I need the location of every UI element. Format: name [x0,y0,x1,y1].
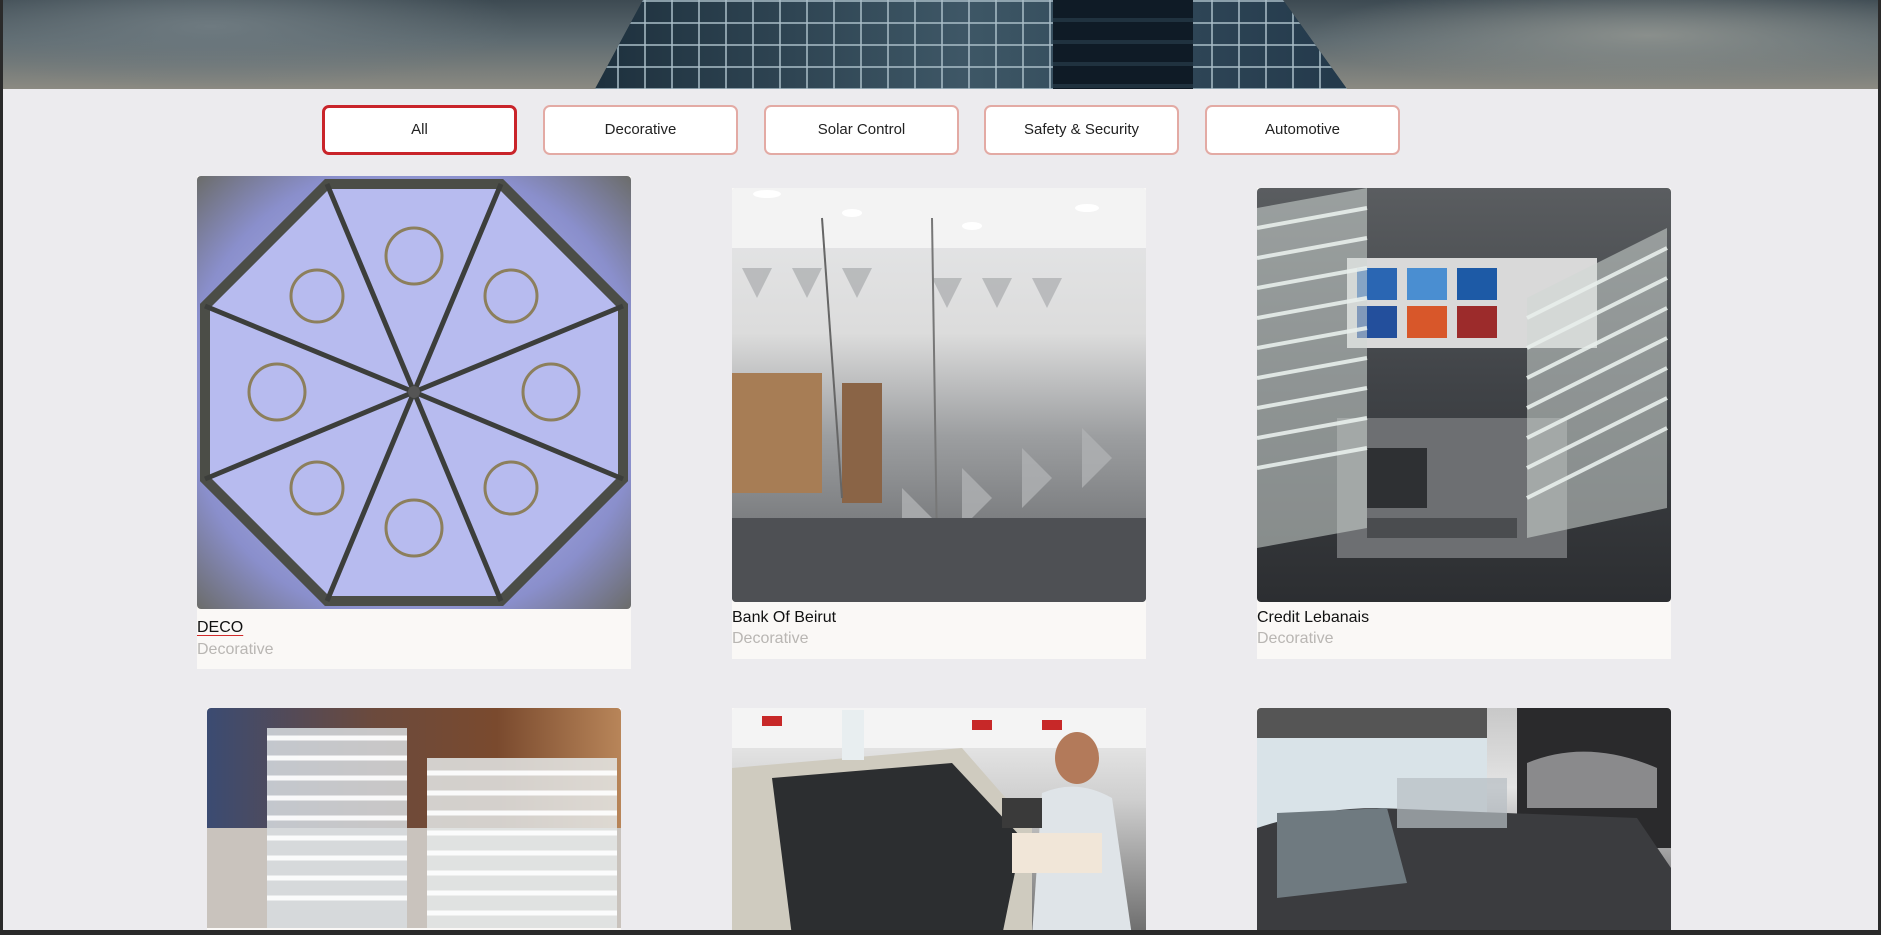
project-image[interactable] [207,708,621,928]
filter-solar-control-button[interactable]: Solar Control [764,105,959,155]
project-title[interactable]: DECO [197,619,243,637]
filter-automotive-button[interactable]: Automotive [1205,105,1400,155]
project-title[interactable]: Bank Of Beirut [732,609,836,627]
project-image[interactable] [1257,188,1671,602]
project-title[interactable]: Credit Lebanais [1257,609,1369,627]
filter-all-button[interactable]: All [322,105,517,155]
project-card[interactable] [732,708,1146,930]
project-category: Decorative [1257,630,1334,647]
project-card[interactable]: Bank Of Beirut Decorative [732,188,1146,659]
projects-page: All Decorative Solar Control Safety & Se… [3,0,1878,930]
project-category: Decorative [197,641,274,658]
project-image[interactable] [197,176,631,609]
filter-safety-security-button[interactable]: Safety & Security [984,105,1179,155]
project-category: Decorative [732,630,809,647]
project-image[interactable] [1257,708,1671,930]
project-card[interactable] [1257,708,1671,930]
project-card[interactable]: DECO Decorative [197,176,631,669]
category-filter-bar: All Decorative Solar Control Safety & Se… [3,105,1878,155]
project-card[interactable] [207,708,621,930]
project-image[interactable] [732,708,1146,930]
filter-decorative-button[interactable]: Decorative [543,105,738,155]
project-card[interactable]: Credit Lebanais Decorative [1257,188,1671,659]
hero-banner-image [3,0,1878,89]
project-image[interactable] [732,188,1146,602]
